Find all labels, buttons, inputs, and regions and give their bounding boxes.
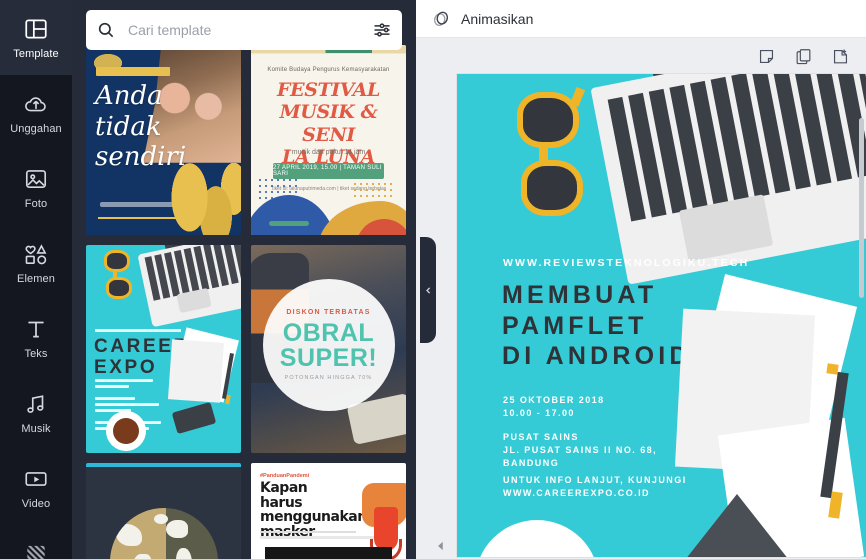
canvas-url-text[interactable]: WWW.REVIEWSTEKNOLOGIKU.TECH	[503, 257, 749, 269]
sidebar-item-unggahan[interactable]: Unggahan	[0, 75, 72, 150]
music-note-icon	[23, 391, 49, 417]
dash-decor	[269, 221, 309, 226]
phone	[171, 401, 217, 435]
template-card-obral-super[interactable]: DISKON TERBATAS OBRAL SUPER! POTONGAN HI…	[251, 245, 406, 453]
canvas-venue-text[interactable]: PUSAT SAINS JL. PUSAT SAINS II NO. 68, B…	[503, 431, 657, 470]
pen-tip	[225, 394, 231, 405]
template-card-globe-dark[interactable]	[86, 463, 241, 559]
video-icon	[23, 466, 49, 492]
thumb-kicker: DISKON TERBATAS	[286, 308, 371, 316]
thumb-kicker: Komite Budaya Pengurus Kemasyarakatan	[267, 67, 390, 73]
sidebar-item-template[interactable]: Template	[0, 0, 72, 75]
sidebar-item-foto[interactable]: Foto	[0, 150, 72, 225]
thumb-rule	[260, 531, 356, 533]
add-page-icon[interactable]	[831, 47, 850, 66]
thumb-url-bar	[95, 329, 181, 332]
leaf-large-icon	[165, 163, 241, 235]
canvas-date-text[interactable]: 25 OKTOBER 2018 10.00 - 17.00	[503, 394, 605, 420]
background-pattern-icon	[23, 541, 49, 559]
sidebar-label-elemen: Elemen	[17, 272, 55, 285]
thumb-subtext-bar	[260, 536, 380, 539]
globe-icon	[109, 507, 218, 559]
search-bar[interactable]	[86, 10, 402, 50]
chevron-left-icon	[425, 286, 430, 294]
editor-topbar: Animasikan	[416, 0, 866, 38]
phone-shape	[685, 494, 789, 557]
template-icon	[23, 16, 49, 42]
pen-cap	[826, 363, 839, 375]
editor-toolbar	[416, 38, 866, 74]
paper-sheet-2	[167, 339, 225, 403]
coffee-cup	[475, 520, 599, 557]
thumb-black-panel	[265, 547, 392, 559]
template-card-kapan-harus-menggunakan-masker[interactable]: #PanduanPandemi Kapan harus menggunakan …	[251, 463, 406, 559]
search-icon	[96, 20, 116, 40]
duplicate-page-icon[interactable]	[794, 47, 813, 66]
thumb-kicker-bar	[96, 67, 170, 76]
sidebar-label-template: Template	[13, 47, 59, 60]
thumb-kicker: #PanduanPandemi	[260, 473, 310, 479]
editor-area: Animasikan WWW.REVIEWSTEKNOLOGIKU.TECH M…	[416, 0, 866, 559]
sidebar-item-musik[interactable]: Musik	[0, 375, 72, 450]
coffee-liquid	[113, 418, 139, 444]
dots2-decor-icon	[352, 181, 396, 201]
notes-icon[interactable]	[757, 47, 776, 66]
page-prev-icon[interactable]	[434, 539, 448, 553]
search-input[interactable]	[116, 22, 372, 38]
animate-button-label[interactable]: Animasikan	[461, 11, 533, 27]
thumb-title: OBRAL SUPER!	[279, 318, 378, 372]
thumb-circle-badge: DISKON TERBATAS OBRAL SUPER! POTONGAN HI…	[262, 278, 395, 411]
sidebar-label-video: Video	[21, 497, 51, 510]
sidebar-item-video[interactable]: Video	[0, 450, 72, 525]
thumb-topline	[86, 463, 241, 467]
sidebar-label-teks: Teks	[24, 347, 48, 360]
design-canvas[interactable]: WWW.REVIEWSTEKNOLOGIKU.TECH MEMBUAT PAMF…	[457, 74, 866, 557]
photo-icon	[23, 166, 49, 192]
sidebar-label-musik: Musik	[21, 422, 51, 435]
canvas-area: WWW.REVIEWSTEKNOLOGIKU.TECH MEMBUAT PAMF…	[416, 74, 866, 559]
canvas-title[interactable]: MEMBUAT PAMFLET DI ANDROID	[502, 280, 692, 372]
canvas-info-text[interactable]: UNTUK INFO LANJUT, KUNJUNGI WWW.CAREEREX…	[503, 474, 687, 500]
animate-icon	[430, 8, 452, 30]
sidebar-label-foto: Foto	[24, 197, 48, 210]
thumb-title: Anda tidak sendiri	[95, 81, 187, 173]
template-card-anda-tidak-sendiri[interactable]: Anda tidak sendiri	[86, 45, 241, 235]
text-icon	[23, 316, 49, 342]
sunglasses-icon	[517, 86, 601, 222]
template-panel: Anda tidak sendiri Komite Budaya Penguru…	[72, 0, 416, 559]
thumb-note: musik dari pukul 14 jam	[291, 149, 366, 156]
sunglasses-icon	[104, 250, 138, 300]
panel-collapse-handle[interactable]	[420, 237, 436, 343]
template-grid: Anda tidak sendiri Komite Budaya Penguru…	[86, 45, 406, 559]
left-rail: Template Unggahan Foto Elemen Teks Musik…	[0, 0, 72, 559]
shapes-icon	[23, 241, 49, 267]
filter-sliders-icon[interactable]	[372, 20, 392, 40]
upload-cloud-icon	[23, 91, 49, 117]
editor-scrollbar[interactable]	[859, 118, 864, 298]
sidebar-label-unggahan: Unggahan	[10, 122, 62, 135]
sidebar-item-teks[interactable]: Teks	[0, 300, 72, 375]
thumb-footer: POTONGAN HINGGA 70%	[284, 374, 373, 381]
sidebar-item-latar[interactable]: Latar	[0, 525, 72, 559]
sidebar-item-elemen[interactable]: Elemen	[0, 225, 72, 300]
canva-editor-app: Template Unggahan Foto Elemen Teks Musik…	[0, 0, 866, 559]
template-card-festival-musik-la-luna[interactable]: Komite Budaya Pengurus Kemasyarakatan FE…	[251, 45, 406, 235]
template-card-career-expo[interactable]: CAREER EXPO	[86, 245, 241, 453]
